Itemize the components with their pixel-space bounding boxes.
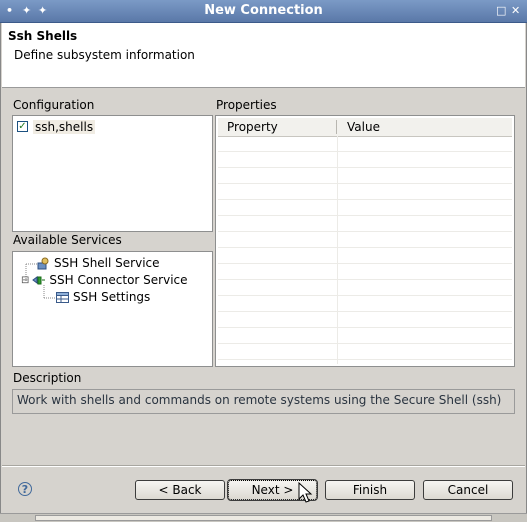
description-label: Description bbox=[13, 371, 82, 385]
configuration-list[interactable]: ✓ ssh,shells bbox=[12, 115, 213, 232]
finish-button[interactable]: Finish bbox=[325, 480, 415, 500]
table-row bbox=[218, 152, 512, 168]
table-row bbox=[218, 296, 512, 312]
title-bar: • ✦ ✦ New Connection □ ✕ bbox=[0, 0, 527, 23]
table-row bbox=[218, 248, 512, 264]
wizard-header: Ssh Shells Define subsystem information bbox=[2, 23, 525, 88]
help-icon[interactable]: ? bbox=[18, 482, 32, 496]
window-title: New Connection bbox=[204, 3, 323, 18]
back-button[interactable]: < Back bbox=[135, 480, 225, 500]
mouse-pointer-icon bbox=[298, 482, 313, 503]
tree-item-ssh-settings[interactable]: SSH Settings bbox=[56, 289, 150, 305]
cancel-button[interactable]: Cancel bbox=[423, 480, 513, 500]
column-separator[interactable] bbox=[336, 120, 337, 134]
collapse-icon[interactable]: ⊟ bbox=[21, 275, 29, 286]
column-header-value[interactable]: Value bbox=[347, 120, 380, 134]
shell-service-icon bbox=[37, 257, 49, 269]
maximize-icon[interactable]: □ bbox=[496, 4, 506, 17]
button-bar-divider bbox=[2, 465, 525, 467]
tree-item-label: SSH Shell Service bbox=[54, 256, 160, 270]
table-row bbox=[218, 328, 512, 344]
table-row bbox=[218, 168, 512, 184]
configuration-item[interactable]: ✓ ssh,shells bbox=[17, 119, 96, 134]
configuration-item-label: ssh,shells bbox=[33, 119, 96, 134]
table-row bbox=[218, 200, 512, 216]
properties-label: Properties bbox=[216, 98, 277, 112]
page-title: Ssh Shells bbox=[8, 29, 78, 43]
checkbox-checked-icon[interactable]: ✓ bbox=[17, 121, 28, 132]
table-row bbox=[218, 280, 512, 296]
page-subtitle: Define subsystem information bbox=[14, 48, 195, 62]
tree-item-ssh-connector-service[interactable]: ⊟ SSH Connector Service bbox=[21, 272, 188, 288]
tree-item-label: SSH Settings bbox=[73, 290, 151, 304]
services-tree[interactable]: SSH Shell Service ⊟ SSH Connector Servic… bbox=[12, 251, 213, 367]
table-row bbox=[218, 184, 512, 200]
settings-table-icon bbox=[56, 291, 69, 303]
table-row bbox=[218, 344, 512, 360]
table-row bbox=[218, 216, 512, 232]
scrollbar-thumb[interactable] bbox=[35, 515, 492, 521]
table-row bbox=[218, 264, 512, 280]
table-row bbox=[218, 312, 512, 328]
dialog-body: Ssh Shells Define subsystem information … bbox=[0, 23, 527, 516]
table-row bbox=[218, 136, 512, 152]
column-header-property[interactable]: Property bbox=[227, 120, 278, 134]
close-icon[interactable]: ✕ bbox=[511, 4, 520, 17]
table-row bbox=[218, 232, 512, 248]
tree-item-label: SSH Connector Service bbox=[49, 273, 188, 287]
connector-service-icon bbox=[32, 275, 46, 284]
description-text: Work with shells and commands on remote … bbox=[12, 389, 515, 414]
available-services-label: Available Services bbox=[13, 233, 122, 247]
tree-item-ssh-shell-service[interactable]: SSH Shell Service bbox=[37, 255, 160, 271]
configuration-label: Configuration bbox=[13, 98, 95, 112]
properties-table-header: Property Value bbox=[218, 118, 512, 137]
properties-table[interactable]: Property Value bbox=[215, 115, 515, 367]
